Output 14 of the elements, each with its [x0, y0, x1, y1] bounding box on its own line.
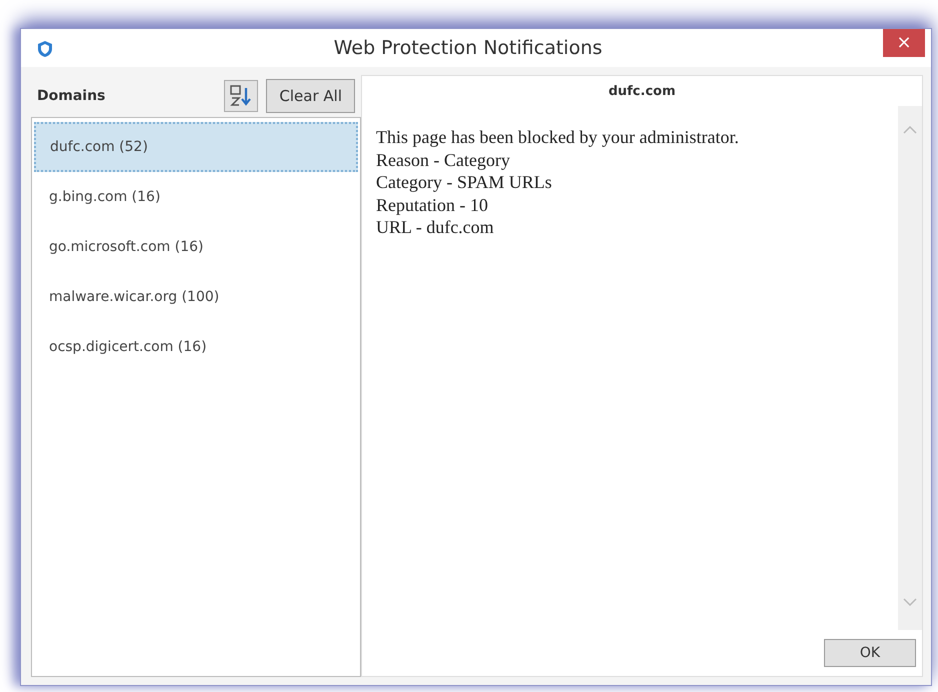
- sort-icon: [230, 85, 252, 107]
- domain-item[interactable]: dufc.com (52): [34, 122, 358, 172]
- close-button[interactable]: ×: [883, 29, 925, 57]
- window-title: Web Protection Notifications: [332, 36, 604, 61]
- scroll-up-icon[interactable]: [903, 126, 917, 134]
- detail-heading: dufc.com: [607, 83, 677, 101]
- clear-all-button[interactable]: Clear All: [266, 79, 355, 113]
- ok-button[interactable]: OK: [824, 639, 916, 667]
- shield-icon: [37, 40, 53, 58]
- message-text: This page has been blocked by your administrator. Reason - Category Category - SPAM URLs Reputation - 10 URL - dufc.com: [375, 126, 740, 239]
- scroll-down-icon[interactable]: [903, 598, 917, 606]
- scrollbar[interactable]: [898, 106, 922, 630]
- sort-button[interactable]: [224, 80, 258, 112]
- panel-header: Domains: [37, 86, 106, 106]
